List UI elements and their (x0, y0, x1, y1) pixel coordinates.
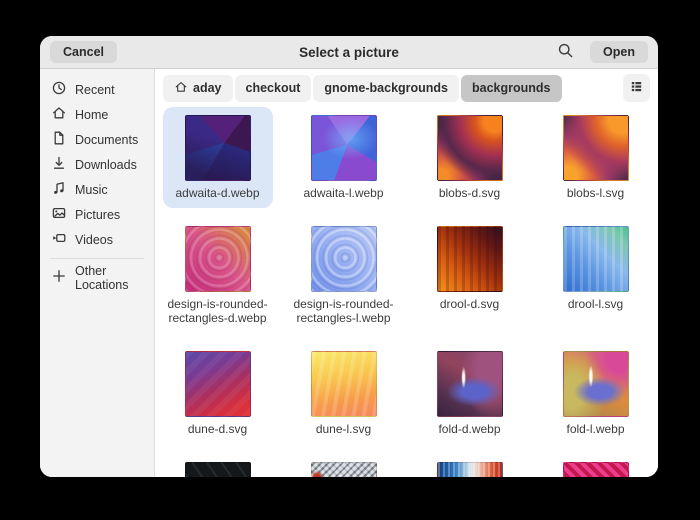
file-item-blobs-d[interactable]: blobs-d.svg (415, 107, 525, 208)
file-grid: adwaita-d.webp adwaita-l.webp blobs-d.sv… (155, 107, 658, 477)
home-icon (174, 80, 188, 97)
file-thumbnail (311, 115, 377, 181)
sidebar-item-label: Videos (75, 233, 113, 247)
breadcrumb-segment-gnome-backgrounds[interactable]: gnome-backgrounds (313, 75, 459, 102)
file-name: adwaita-d.webp (175, 186, 259, 200)
list-view-icon (629, 79, 644, 97)
file-thumbnail (563, 351, 629, 417)
file-thumbnail (311, 462, 377, 477)
file-name: blobs-d.svg (439, 186, 500, 200)
file-thumbnail (185, 226, 251, 292)
breadcrumb-segment-checkout[interactable]: checkout (235, 75, 312, 102)
sidebar-item-label: Pictures (75, 208, 120, 222)
file-item-adwaita-l[interactable]: adwaita-l.webp (289, 107, 399, 208)
picture-icon (51, 205, 67, 224)
plus-icon (51, 268, 67, 287)
file-name: drool-l.svg (568, 297, 623, 311)
breadcrumb: aday checkout gnome-backgrounds backgrou… (163, 75, 562, 102)
file-item-drool-d[interactable]: drool-d.svg (415, 218, 525, 333)
pathbar-row: aday checkout gnome-backgrounds backgrou… (155, 69, 658, 107)
headerbar: Cancel Select a picture Open (40, 36, 658, 69)
file-thumbnail (437, 226, 503, 292)
sidebar: Recent Home Documents (40, 69, 155, 477)
breadcrumb-label: gnome-backgrounds (324, 81, 448, 95)
file-name: dune-d.svg (188, 422, 247, 436)
file-name: design-is-rounded-rectangles-l.webp (291, 297, 397, 325)
sidebar-item-documents[interactable]: Documents (45, 127, 149, 152)
breadcrumb-segment-backgrounds[interactable]: backgrounds (461, 75, 562, 102)
file-thumbnail (311, 226, 377, 292)
file-item-dune-l[interactable]: dune-l.svg (289, 343, 399, 444)
download-icon (51, 155, 67, 174)
sidebar-item-videos[interactable]: Videos (45, 227, 149, 252)
file-item-design-d[interactable]: design-is-rounded-rectangles-d.webp (163, 218, 273, 333)
sidebar-item-label: Documents (75, 133, 138, 147)
content-area: aday checkout gnome-backgrounds backgrou… (155, 69, 658, 477)
sidebar-separator (50, 258, 144, 259)
file-item-partial-1[interactable] (163, 454, 273, 477)
file-thumbnail (437, 115, 503, 181)
breadcrumb-segment-aday[interactable]: aday (163, 75, 233, 102)
screen-background: Cancel Select a picture Open Recent (0, 0, 700, 520)
breadcrumb-label: aday (193, 81, 222, 95)
file-name: dune-l.svg (316, 422, 371, 436)
sidebar-item-label: Home (75, 108, 108, 122)
sidebar-item-pictures[interactable]: Pictures (45, 202, 149, 227)
cancel-button[interactable]: Cancel (50, 41, 117, 63)
sidebar-item-recent[interactable]: Recent (45, 77, 149, 102)
file-item-dune-d[interactable]: dune-d.svg (163, 343, 273, 444)
file-thumbnail (185, 462, 251, 477)
file-item-partial-2[interactable] (289, 454, 399, 477)
sidebar-item-label: Music (75, 183, 108, 197)
file-name: blobs-l.svg (567, 186, 624, 200)
breadcrumb-label: checkout (246, 81, 301, 95)
search-icon (557, 42, 574, 62)
file-thumbnail (563, 115, 629, 181)
list-view-toggle-button[interactable] (623, 74, 650, 102)
home-icon (51, 105, 67, 124)
file-name: design-is-rounded-rectangles-d.webp (165, 297, 271, 325)
file-item-drool-l[interactable]: drool-l.svg (541, 218, 651, 333)
file-thumbnail (563, 226, 629, 292)
sidebar-item-music[interactable]: Music (45, 177, 149, 202)
file-item-design-l[interactable]: design-is-rounded-rectangles-l.webp (289, 218, 399, 333)
file-name: adwaita-l.webp (303, 186, 383, 200)
open-button[interactable]: Open (590, 41, 648, 63)
sidebar-item-other-locations[interactable]: Other Locations (45, 265, 149, 290)
document-icon (51, 130, 67, 149)
search-button[interactable] (555, 40, 576, 64)
file-item-adwaita-d[interactable]: adwaita-d.webp (163, 107, 273, 208)
file-thumbnail (437, 462, 503, 477)
file-name: fold-l.webp (566, 422, 624, 436)
file-thumbnail (563, 462, 629, 477)
file-thumbnail (437, 351, 503, 417)
file-name: fold-d.webp (438, 422, 500, 436)
file-item-fold-l[interactable]: fold-l.webp (541, 343, 651, 444)
breadcrumb-label: backgrounds (472, 81, 551, 95)
file-thumbnail (185, 115, 251, 181)
sidebar-item-label: Downloads (75, 158, 137, 172)
sidebar-item-home[interactable]: Home (45, 102, 149, 127)
file-item-fold-d[interactable]: fold-d.webp (415, 343, 525, 444)
file-chooser-dialog: Cancel Select a picture Open Recent (40, 36, 658, 477)
file-thumbnail (185, 351, 251, 417)
video-camera-icon (51, 230, 67, 249)
file-name: drool-d.svg (440, 297, 499, 311)
sidebar-item-downloads[interactable]: Downloads (45, 152, 149, 177)
sidebar-item-label: Recent (75, 83, 115, 97)
music-note-icon (51, 180, 67, 199)
file-item-partial-3[interactable] (415, 454, 525, 477)
file-item-blobs-l[interactable]: blobs-l.svg (541, 107, 651, 208)
file-item-partial-4[interactable] (541, 454, 651, 477)
file-thumbnail (311, 351, 377, 417)
clock-icon (51, 80, 67, 99)
sidebar-item-label: Other Locations (75, 264, 143, 292)
